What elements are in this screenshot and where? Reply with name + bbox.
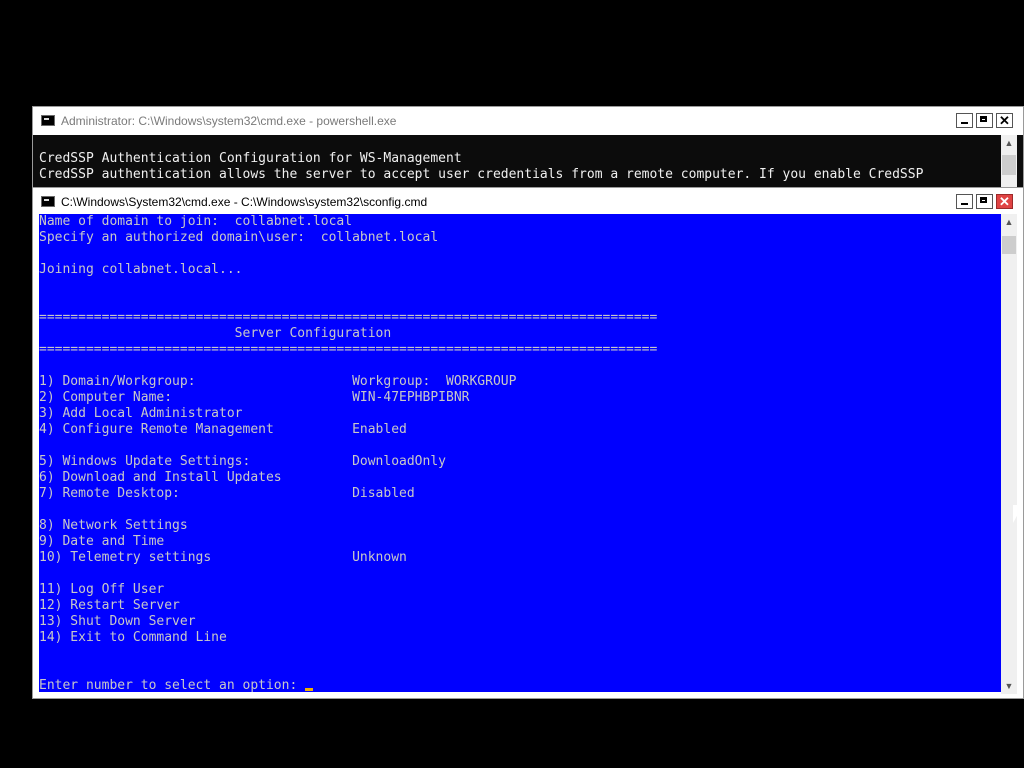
close-button[interactable]: ✕	[996, 113, 1013, 128]
console-line: 14) Exit to Command Line	[39, 630, 227, 645]
minimize-button[interactable]	[956, 113, 973, 128]
mouse-cursor-icon	[1013, 505, 1023, 523]
scroll-up-arrow-icon[interactable]: ▲	[1001, 135, 1017, 151]
sconfig-window[interactable]: C:\Windows\System32\cmd.exe - C:\Windows…	[32, 187, 1024, 699]
console-line: 5) Windows Update Settings: DownloadOnly	[39, 454, 446, 469]
console-line: 13) Shut Down Server	[39, 614, 196, 629]
cmd-icon	[41, 115, 55, 126]
console-line: Joining collabnet.local...	[39, 262, 243, 277]
sconfig-scrollbar[interactable]: ▲ ▼	[1001, 214, 1017, 694]
console-line: ========================================…	[39, 310, 658, 325]
scroll-thumb[interactable]	[1002, 155, 1016, 175]
scroll-thumb[interactable]	[1002, 236, 1016, 254]
console-line: 1) Domain/Workgroup: Workgroup: WORKGROU…	[39, 374, 517, 389]
sconfig-window-title: C:\Windows\System32\cmd.exe - C:\Windows…	[61, 195, 428, 209]
powershell-titlebar[interactable]: Administrator: C:\Windows\system32\cmd.e…	[33, 107, 1023, 135]
console-line: CredSSP authentication allows the server…	[39, 167, 924, 182]
text-cursor	[305, 688, 314, 691]
console-line: 4) Configure Remote Management Enabled	[39, 422, 407, 437]
command-prompt-line[interactable]: Enter number to select an option:	[39, 678, 1001, 694]
console-line: 8) Network Settings	[39, 518, 188, 533]
console-line: Server Configuration	[39, 326, 392, 341]
console-line: 11) Log Off User	[39, 582, 165, 597]
minimize-button[interactable]	[956, 194, 973, 209]
scroll-up-arrow-icon[interactable]: ▲	[1001, 214, 1017, 230]
console-line: CredSSP Authentication Configuration for…	[39, 151, 462, 166]
powershell-window-title: Administrator: C:\Windows\system32\cmd.e…	[61, 114, 397, 128]
console-line: Specify an authorized domain\user: colla…	[39, 230, 439, 245]
console-line: 12) Restart Server	[39, 598, 180, 613]
console-line: 10) Telemetry settings Unknown	[39, 550, 407, 565]
console-line: ========================================…	[39, 342, 658, 357]
console-line: 3) Add Local Administrator	[39, 406, 243, 421]
close-button[interactable]: ✕	[996, 194, 1013, 209]
maximize-button[interactable]	[976, 113, 993, 128]
sconfig-titlebar[interactable]: C:\Windows\System32\cmd.exe - C:\Windows…	[33, 188, 1023, 216]
prompt-text: Enter number to select an option:	[39, 678, 306, 693]
cmd-icon	[41, 196, 55, 207]
console-line: 7) Remote Desktop: Disabled	[39, 486, 415, 501]
console-line: 2) Computer Name: WIN-47EPHBPIBNR	[39, 390, 470, 405]
scroll-down-arrow-icon[interactable]: ▼	[1001, 678, 1017, 694]
console-line: 9) Date and Time	[39, 534, 165, 549]
sconfig-console-output: Name of domain to join: collabnet.local S…	[39, 214, 1001, 694]
console-line: 6) Download and Install Updates	[39, 470, 282, 485]
maximize-button[interactable]	[976, 194, 993, 209]
console-line: Name of domain to join: collabnet.local	[39, 214, 353, 229]
